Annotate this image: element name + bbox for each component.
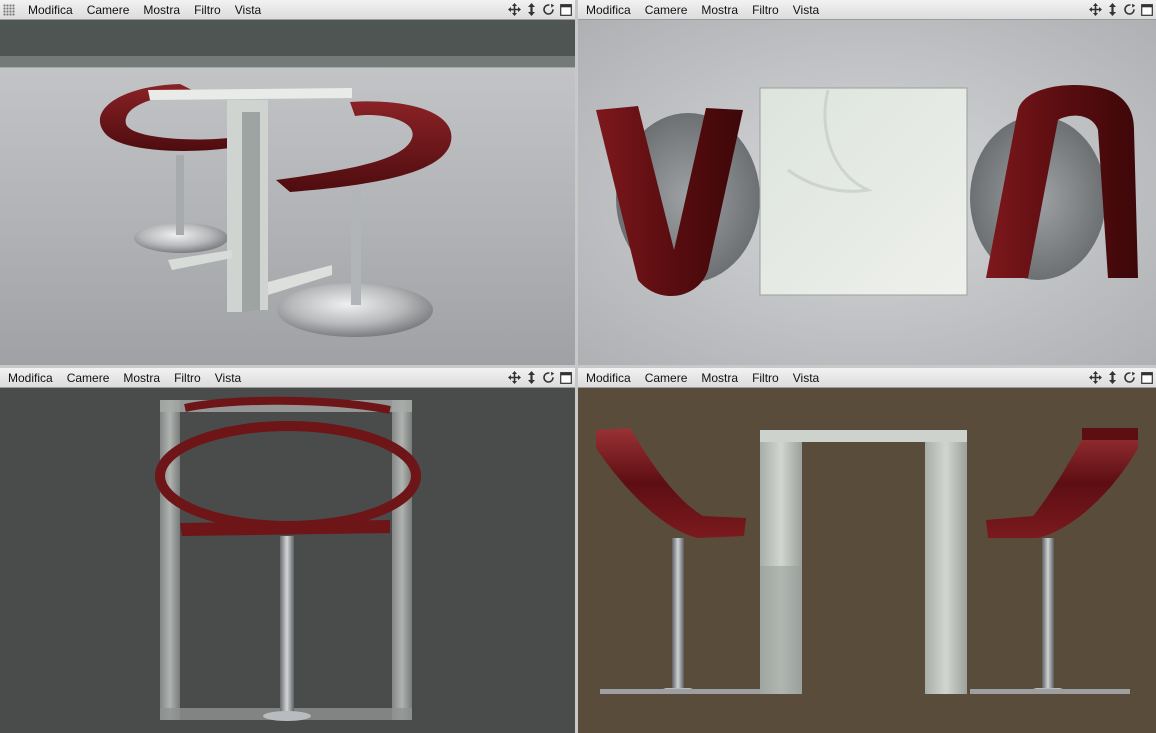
menu-vista[interactable]: Vista [228,3,268,17]
menu-camere[interactable]: Camere [638,3,695,17]
rotate-icon[interactable] [1122,370,1137,385]
maximize-icon[interactable] [1139,370,1154,385]
menu-modifica[interactable]: Modifica [578,371,638,385]
viewport-tools [1088,2,1156,17]
maximize-icon[interactable] [558,370,573,385]
scale-icon[interactable] [524,2,539,17]
maximize-icon[interactable] [1139,2,1154,17]
menu-filtro[interactable]: Filtro [167,371,208,385]
viewport-top[interactable]: Modifica Camere Mostra Filtro Vista [578,0,1156,365]
menu-modifica[interactable]: Modifica [578,3,638,17]
viewport-tools [1088,370,1156,385]
render-right[interactable] [0,388,575,733]
scale-icon[interactable] [1105,370,1120,385]
move-icon[interactable] [1088,370,1103,385]
render-top[interactable] [578,20,1156,365]
move-icon[interactable] [507,370,522,385]
menu-vista[interactable]: Vista [786,371,826,385]
viewport-tools [507,370,575,385]
viewport-right[interactable]: Modifica Camere Mostra Filtro Vista [0,368,575,733]
menu-vista[interactable]: Vista [208,371,248,385]
viewport-menubar: Modifica Camere Mostra Filtro Vista [578,368,1156,388]
viewport-menubar: Modifica Camere Mostra Filtro Vista [0,368,575,388]
render-perspective[interactable] [0,20,575,365]
menu-filtro[interactable]: Filtro [745,3,786,17]
menu-mostra[interactable]: Mostra [694,3,745,17]
scale-icon[interactable] [1105,2,1120,17]
viewport-grid: Modifica Camere Mostra Filtro Vista Modi… [0,0,1156,733]
rotate-icon[interactable] [541,2,556,17]
viewport-perspective[interactable]: Modifica Camere Mostra Filtro Vista [0,0,575,365]
drag-grip-icon[interactable] [3,3,15,16]
menu-mostra[interactable]: Mostra [136,3,187,17]
render-front[interactable] [578,388,1156,733]
menu-filtro[interactable]: Filtro [745,371,786,385]
viewport-front[interactable]: Modifica Camere Mostra Filtro Vista [578,368,1156,733]
menu-mostra[interactable]: Mostra [116,371,167,385]
rotate-icon[interactable] [541,370,556,385]
menu-filtro[interactable]: Filtro [187,3,228,17]
menu-modifica[interactable]: Modifica [0,371,60,385]
viewport-tools [507,2,575,17]
maximize-icon[interactable] [558,2,573,17]
viewport-splitter-horizontal[interactable] [0,365,1156,368]
scale-icon[interactable] [524,370,539,385]
move-icon[interactable] [507,2,522,17]
menu-modifica[interactable]: Modifica [21,3,80,17]
menu-mostra[interactable]: Mostra [694,371,745,385]
menu-camere[interactable]: Camere [60,371,117,385]
move-icon[interactable] [1088,2,1103,17]
viewport-menubar: Modifica Camere Mostra Filtro Vista [0,0,575,20]
menu-vista[interactable]: Vista [786,3,826,17]
viewport-menubar: Modifica Camere Mostra Filtro Vista [578,0,1156,20]
menu-camere[interactable]: Camere [638,371,695,385]
rotate-icon[interactable] [1122,2,1137,17]
menu-camere[interactable]: Camere [80,3,137,17]
